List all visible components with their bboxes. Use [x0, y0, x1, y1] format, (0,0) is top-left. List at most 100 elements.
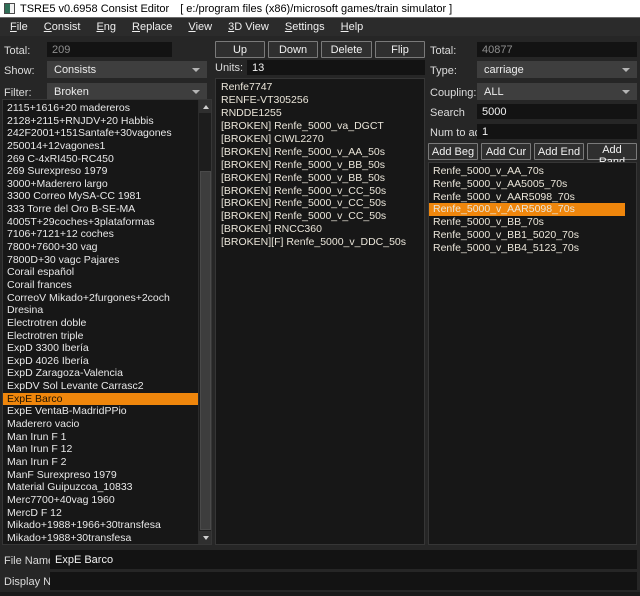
filter-dropdown[interactable]: Broken: [47, 83, 207, 100]
search-input[interactable]: [477, 104, 637, 119]
consist-list-item[interactable]: ExpD 3300 Ibería: [3, 342, 198, 355]
consist-list-item[interactable]: Corail frances: [3, 279, 198, 292]
consist-list-item[interactable]: ManF Surexpreso 1979: [3, 469, 198, 482]
consist-list-item[interactable]: ExpD Zaragoza-Valencia: [3, 367, 198, 380]
stock-list-item[interactable]: Renfe_5000_v_BB1_5020_70s: [429, 229, 625, 242]
stock-list-item[interactable]: Renfe_5000_v_AA5005_70s: [429, 178, 625, 191]
consist-list-item[interactable]: 3300 Correo MySA-CC 1981: [3, 190, 198, 203]
consist-list-item[interactable]: CorreoV Mikado+2furgones+2coch: [3, 292, 198, 305]
consist-list-item[interactable]: 4005T+29coches+3plataformas: [3, 216, 198, 229]
add-end-button[interactable]: Add End: [534, 143, 584, 160]
consist-list-item[interactable]: Man Irun F 2: [3, 456, 198, 469]
tsre5-consist-editor-window: { "window": { "title_app": "TSRE5 v0.695…: [0, 0, 640, 596]
unit-list-item[interactable]: [BROKEN] Renfe_5000_v_AA_50s: [216, 146, 424, 159]
consist-list-item[interactable]: ExpE Barco: [3, 393, 198, 406]
unit-list-item[interactable]: RNDDE1255: [216, 107, 424, 120]
chevron-down-icon: [622, 68, 630, 72]
consists-total-field[interactable]: [47, 42, 172, 57]
consist-list-item[interactable]: MercD F 12: [3, 507, 198, 520]
consist-list-item[interactable]: 250014+12vagones1: [3, 140, 198, 153]
consists-total-label: Total:: [4, 44, 30, 59]
consist-list-item[interactable]: 7800D+30 vagc Pajares: [3, 254, 198, 267]
coupling-dropdown-value: ALL: [484, 86, 504, 98]
menu-item-replace[interactable]: Replace: [124, 18, 180, 36]
consist-list-item[interactable]: Man Irun F 1: [3, 431, 198, 444]
menu-item-consist[interactable]: Consist: [36, 18, 89, 36]
consist-list-item[interactable]: ExpD 4026 Ibería: [3, 355, 198, 368]
consist-list-item[interactable]: Corail español: [3, 266, 198, 279]
consist-list-item[interactable]: 7106+7121+12 coches: [3, 228, 198, 241]
stock-list-item[interactable]: Renfe_5000_v_AAR5098_70s: [429, 191, 625, 204]
unit-list-item[interactable]: [BROKEN] CIWL2270: [216, 133, 424, 146]
unit-list-item[interactable]: [BROKEN] Renfe_5000_va_DGCT: [216, 120, 424, 133]
add-beg-button[interactable]: Add Beg: [428, 143, 478, 160]
add-cur-button[interactable]: Add Cur: [481, 143, 531, 160]
menu-item-view[interactable]: View: [180, 18, 220, 36]
type-label: Type:: [430, 64, 457, 79]
scroll-down-button[interactable]: [199, 531, 212, 544]
consist-list-item[interactable]: Dresina: [3, 304, 198, 317]
consist-list-item[interactable]: Mikado+1988+1966+30transfesa: [3, 519, 198, 532]
unit-list-item[interactable]: [BROKEN] Renfe_5000_v_CC_50s: [216, 197, 424, 210]
scroll-up-button[interactable]: [199, 100, 212, 113]
up-button[interactable]: Up: [215, 41, 265, 58]
consist-list-item[interactable]: Electrotren doble: [3, 317, 198, 330]
units-field[interactable]: [247, 60, 425, 75]
num-to-add-input[interactable]: [477, 124, 637, 139]
consist-list-item[interactable]: 3000+Maderero largo: [3, 178, 198, 191]
stock-total-label: Total:: [430, 44, 456, 59]
filter-dropdown-value: Broken: [54, 86, 89, 98]
consist-list-item[interactable]: 2128+2115+RNJDV+20 Habbis: [3, 115, 198, 128]
consist-list-item[interactable]: Man Irun F 12: [3, 443, 198, 456]
stock-list-item[interactable]: Renfe_5000_v_BB_70s: [429, 216, 625, 229]
consists-list[interactable]: 2115+1616+20 madereros2128+2115+RNJDV+20…: [2, 99, 212, 545]
consist-list-item[interactable]: 2115+1616+20 madereros: [3, 102, 198, 115]
consist-list-item[interactable]: Maderero vacio: [3, 418, 198, 431]
consist-list-item[interactable]: Mikado+1988+30transfesa: [3, 532, 198, 545]
unit-list-item[interactable]: [BROKEN] Renfe_5000_v_CC_50s: [216, 210, 424, 223]
window-title-path: [ e:/program files (x86)/microsoft games…: [180, 3, 452, 15]
consist-list-item[interactable]: ExpE VentaB-MadridPPio: [3, 405, 198, 418]
stock-list-item[interactable]: Renfe_5000_v_BB4_5123_70s: [429, 242, 625, 255]
consist-list-item[interactable]: Electrotren triple: [3, 330, 198, 343]
consist-list-item[interactable]: Merc7700+40vag 1960: [3, 494, 198, 507]
flip-button[interactable]: Flip: [375, 41, 425, 58]
unit-list-item[interactable]: [BROKEN][F] Renfe_5000_v_DDC_50s: [216, 236, 424, 249]
unit-list-item[interactable]: Renfe7747: [216, 81, 424, 94]
consist-list-item[interactable]: 269 Surexpreso 1979: [3, 165, 198, 178]
down-button[interactable]: Down: [268, 41, 318, 58]
unit-list-item[interactable]: [BROKEN] Renfe_5000_v_CC_50s: [216, 185, 424, 198]
menu-item-3d-view[interactable]: 3D View: [220, 18, 277, 36]
unit-list-item[interactable]: [BROKEN] Renfe_5000_v_BB_50s: [216, 172, 424, 185]
stock-list-item[interactable]: Renfe_5000_v_AAR5098_70s: [429, 203, 625, 216]
consist-list-item[interactable]: 7800+7600+30 vag: [3, 241, 198, 254]
coupling-dropdown[interactable]: ALL: [477, 83, 637, 100]
stock-list[interactable]: Renfe_5000_v_AA_70sRenfe_5000_v_AA5005_7…: [428, 162, 637, 545]
menu-item-help[interactable]: Help: [333, 18, 372, 36]
scrollbar-thumb[interactable]: [200, 171, 211, 530]
display-name-input[interactable]: [50, 572, 637, 590]
add-rand-button[interactable]: Add Rand: [587, 143, 637, 160]
unit-list-item[interactable]: [BROKEN] Renfe_5000_v_BB_50s: [216, 159, 424, 172]
menu-item-eng[interactable]: Eng: [88, 18, 124, 36]
type-dropdown-value: carriage: [484, 64, 524, 76]
unit-list-item[interactable]: [BROKEN] RNCC360: [216, 223, 424, 236]
consist-list-item[interactable]: 269 C-4xRI450-RC450: [3, 153, 198, 166]
consist-list-item[interactable]: ExpDV Sol Levante Carrasc2: [3, 380, 198, 393]
units-list[interactable]: Renfe7747RENFE-VT305256RNDDE1255[BROKEN]…: [215, 78, 425, 545]
consists-list-scrollbar[interactable]: [198, 100, 211, 544]
menu-item-settings[interactable]: Settings: [277, 18, 333, 36]
consist-list-item[interactable]: 242F2001+151Santafe+30vagones: [3, 127, 198, 140]
delete-button[interactable]: Delete: [321, 41, 372, 58]
menu-item-file[interactable]: File: [2, 18, 36, 36]
consist-list-item[interactable]: 333 Torre del Oro B-SE-MA: [3, 203, 198, 216]
consist-list-item[interactable]: Material Guipuzcoa_10833: [3, 481, 198, 494]
stock-list-item[interactable]: Renfe_5000_v_AA_70s: [429, 165, 625, 178]
file-name-input[interactable]: [50, 550, 637, 569]
unit-list-item[interactable]: RENFE-VT305256: [216, 94, 424, 107]
coupling-label: Coupling:: [430, 86, 476, 101]
show-dropdown[interactable]: Consists: [47, 61, 207, 78]
chevron-down-icon: [192, 68, 200, 72]
type-dropdown[interactable]: carriage: [477, 61, 637, 78]
stock-total-field[interactable]: [477, 42, 637, 57]
